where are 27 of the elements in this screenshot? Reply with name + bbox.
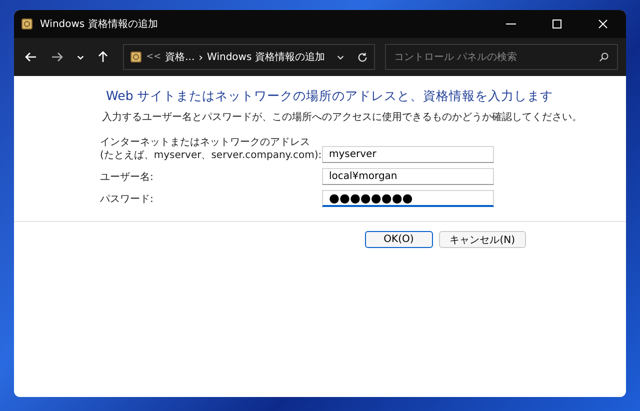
form-description: 入力するユーザー名とパスワードが、この場所へのアクセスに使用できるものかどうか確認してください。 (102, 110, 583, 124)
refresh-icon[interactable] (357, 52, 368, 62)
control-panel-icon (21, 18, 33, 30)
input-field[interactable]: ●●●●●●●● (322, 190, 494, 207)
field-label: パスワード: (100, 194, 154, 206)
form-heading: Web サイトまたはネットワークの場所のアドレスと、資格情報を入力します (106, 88, 554, 105)
close-icon (598, 19, 608, 29)
search-field[interactable]: コントロール パネルの検索 (385, 44, 618, 70)
left-arrow-icon (25, 51, 37, 63)
input-field[interactable]: local¥morgan (322, 168, 494, 185)
address-bar[interactable]: << 資格... › Windows 資格情報の追加 (123, 44, 375, 70)
overflow-indicator[interactable]: << (146, 52, 162, 62)
dialog-button[interactable]: キャンセル(N) (438, 231, 526, 248)
up-arrow-icon (97, 51, 109, 63)
field-label: インターネットまたはネットワークのアドレス (100, 137, 311, 150)
breadcrumb-item[interactable]: 資格... (165, 50, 195, 64)
dialog-button[interactable]: OK(O) (364, 231, 433, 248)
search-icon (599, 52, 609, 62)
breadcrumb-separator: › (198, 50, 204, 64)
field-label: ユーザー名: (100, 172, 154, 184)
window-title: Windows 資格情報の追加 (40, 18, 158, 31)
maximize-icon (552, 19, 562, 29)
field-hint: (たとえば、myserver、server.company.com): (100, 150, 322, 162)
control-panel-icon (130, 51, 142, 63)
input-field[interactable]: myserver (322, 146, 494, 163)
breadcrumb-item[interactable]: Windows 資格情報の追加 (207, 50, 325, 64)
right-arrow-icon (51, 51, 63, 63)
